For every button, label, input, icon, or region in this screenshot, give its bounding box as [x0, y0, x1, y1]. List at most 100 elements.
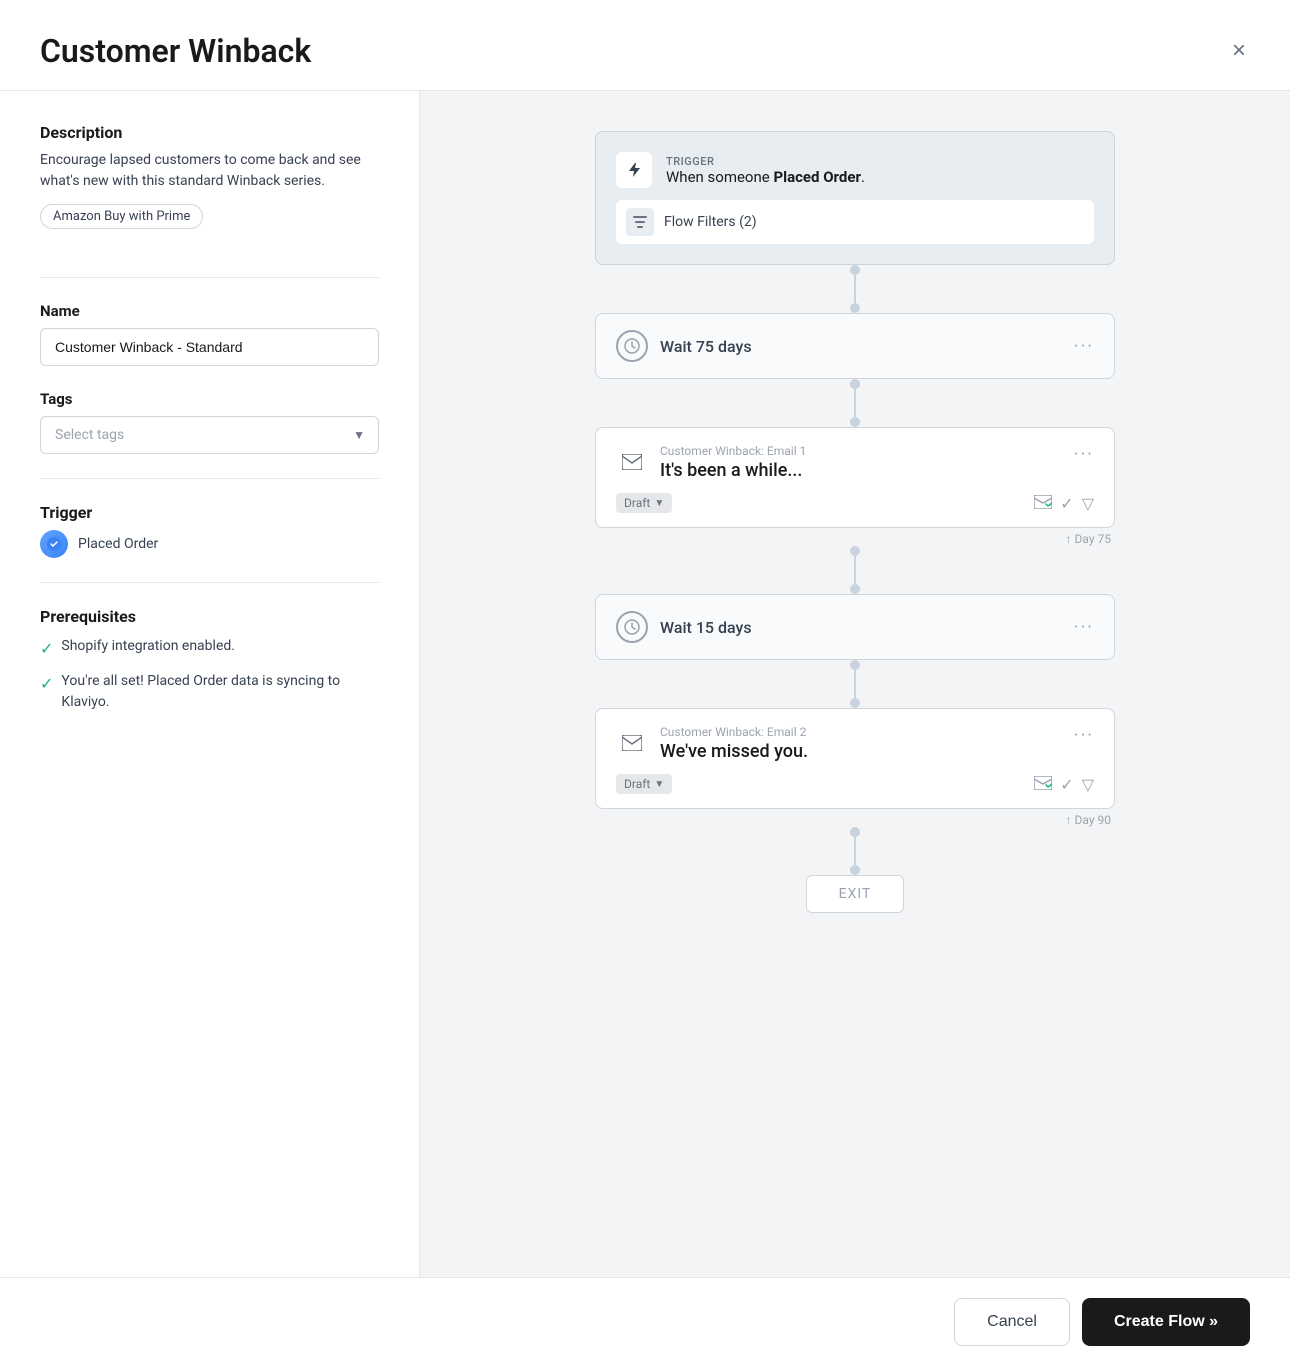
bolt-icon	[616, 152, 652, 188]
modal-body: Description Encourage lapsed customers t…	[0, 91, 1290, 1277]
cancel-button[interactable]: Cancel	[954, 1298, 1070, 1346]
filter-row[interactable]: Flow Filters (2)	[616, 200, 1094, 244]
wait-card-2: Wait 15 days ···	[595, 594, 1115, 660]
connector-line-2	[854, 389, 856, 417]
trigger-small-label: Trigger	[666, 155, 865, 168]
trigger-suffix: .	[861, 168, 865, 186]
email-subtitle-2: Customer Winback: Email 2	[660, 725, 808, 739]
close-button[interactable]: ×	[1228, 35, 1250, 67]
tags-select[interactable]: Select tags	[40, 416, 379, 454]
draft-badge-1[interactable]: Draft ▼	[616, 493, 672, 513]
trigger-value: Placed Order	[78, 536, 158, 552]
check-icon-1: ✓	[40, 637, 53, 661]
connector-line-5	[854, 837, 856, 865]
email-subtitle-1: Customer Winback: Email 1	[660, 444, 806, 458]
prereq-item-1: ✓ Shopify integration enabled.	[40, 636, 379, 661]
email-card-2-menu[interactable]: ···	[1074, 725, 1094, 746]
filter-label: Flow Filters (2)	[664, 214, 757, 230]
connector-dot-5	[850, 546, 860, 556]
connector-dot-4	[850, 417, 860, 427]
divider-3	[40, 582, 379, 583]
modal-header: Customer Winback ×	[0, 0, 1290, 91]
connector-line-4	[854, 670, 856, 698]
name-input[interactable]	[40, 328, 379, 366]
preview-icon-1[interactable]	[1034, 494, 1052, 513]
prerequisites-section: Prerequisites ✓ Shopify integration enab…	[40, 607, 379, 713]
wait-card-1-menu[interactable]: ···	[1074, 336, 1094, 357]
check-icon-email-2[interactable]: ✓	[1060, 775, 1073, 794]
modal-footer: Cancel Create Flow »	[0, 1277, 1290, 1366]
email-card-2-footer: Draft ▼ ✓ ▽	[616, 774, 1094, 794]
connector-line-1	[854, 275, 856, 303]
trigger-item: Placed Order	[40, 530, 379, 558]
email-info-2: Customer Winback: Email 2 We've missed y…	[660, 725, 808, 762]
wait-left-2: Wait 15 days	[616, 611, 752, 643]
tags-select-wrapper: Select tags ▼	[40, 416, 379, 454]
check-icon-email-1[interactable]: ✓	[1060, 494, 1073, 513]
draft-badge-2[interactable]: Draft ▼	[616, 774, 672, 794]
connector-dot-3	[850, 379, 860, 389]
trigger-card-info: Trigger When someone Placed Order.	[666, 155, 865, 186]
clock-icon-2	[616, 611, 648, 643]
name-label: Name	[40, 302, 379, 320]
connector-dot-8	[850, 698, 860, 708]
right-panel: Trigger When someone Placed Order.	[420, 91, 1290, 1277]
email-icon-1	[616, 446, 648, 478]
email-card-1-menu[interactable]: ···	[1074, 444, 1094, 465]
email-card-2-left: Customer Winback: Email 2 We've missed y…	[616, 725, 808, 762]
email-card-2: Customer Winback: Email 2 We've missed y…	[595, 708, 1115, 809]
filter-icon-email-1[interactable]: ▽	[1082, 494, 1094, 513]
wait-card-2-menu[interactable]: ···	[1074, 617, 1094, 638]
draft-arrow-icon-1: ▼	[654, 498, 664, 509]
description-section: Description Encourage lapsed customers t…	[40, 123, 379, 253]
left-panel: Description Encourage lapsed customers t…	[0, 91, 420, 1277]
day-75-label: ↑ Day 75	[595, 532, 1115, 546]
name-field-group: Name	[40, 302, 379, 366]
filter-icon	[626, 208, 654, 236]
wait-card-1: Wait 75 days ···	[595, 313, 1115, 379]
day-90-label: ↑ Day 90	[595, 813, 1115, 827]
trigger-section: Trigger Placed Order	[40, 503, 379, 558]
email-title-1: It's been a while...	[660, 460, 806, 481]
divider-2	[40, 478, 379, 479]
draft-arrow-icon-2: ▼	[654, 779, 664, 790]
connector-dot-10	[850, 865, 860, 875]
modal-title: Customer Winback	[40, 32, 311, 70]
connector-line-3	[854, 556, 856, 584]
check-icon-2: ✓	[40, 672, 53, 696]
trigger-section-label: Trigger	[40, 503, 379, 522]
email-actions-2: ✓ ▽	[1034, 775, 1094, 794]
trigger-prefix: When someone	[666, 168, 773, 186]
placed-order-icon	[40, 530, 68, 558]
prereq-text-2: You're all set! Placed Order data is syn…	[61, 671, 379, 713]
trigger-bold: Placed Order	[773, 168, 861, 186]
draft-label-1: Draft	[624, 496, 650, 510]
tags-placeholder: Select tags	[55, 427, 124, 443]
filter-icon-email-2[interactable]: ▽	[1082, 775, 1094, 794]
wait-15-label: Wait 15 days	[660, 618, 752, 637]
wait-left-1: Wait 75 days	[616, 330, 752, 362]
connector-dot-1	[850, 265, 860, 275]
connector-dot-6	[850, 584, 860, 594]
email-title-2: We've missed you.	[660, 741, 808, 762]
prereq-label: Prerequisites	[40, 607, 379, 626]
trigger-card: Trigger When someone Placed Order.	[595, 131, 1115, 265]
create-flow-button[interactable]: Create Flow »	[1082, 1298, 1250, 1346]
wait-75-label: Wait 75 days	[660, 337, 752, 356]
email-card-2-header: Customer Winback: Email 2 We've missed y…	[616, 725, 1094, 762]
tags-label: Tags	[40, 390, 379, 408]
flow-diagram: Trigger When someone Placed Order.	[595, 131, 1115, 913]
email-icon-2	[616, 727, 648, 759]
clock-icon-1	[616, 330, 648, 362]
amazon-badge: Amazon Buy with Prime	[40, 204, 203, 229]
divider-1	[40, 277, 379, 278]
email-card-1-header: Customer Winback: Email 1 It's been a wh…	[616, 444, 1094, 481]
email-card-1-left: Customer Winback: Email 1 It's been a wh…	[616, 444, 806, 481]
draft-label-2: Draft	[624, 777, 650, 791]
exit-label: EXIT	[839, 886, 872, 902]
prereq-item-2: ✓ You're all set! Placed Order data is s…	[40, 671, 379, 713]
description-label: Description	[40, 123, 379, 142]
preview-icon-2[interactable]	[1034, 775, 1052, 794]
exit-box: EXIT	[806, 875, 905, 913]
trigger-card-header: Trigger When someone Placed Order.	[616, 152, 1094, 188]
